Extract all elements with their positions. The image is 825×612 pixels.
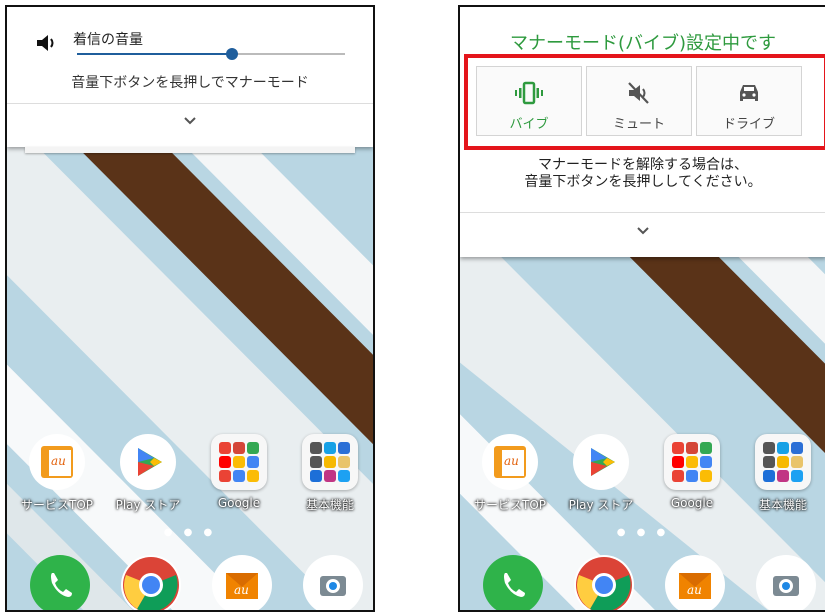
vibrate-icon — [477, 81, 581, 107]
car-icon — [697, 81, 801, 107]
volume-panel: 着信の音量 音量下ボタンを長押しでマナーモード — [7, 7, 373, 153]
phone-icon[interactable] — [30, 555, 90, 610]
app-play-store[interactable]: Play ストア — [561, 434, 641, 513]
basic-functions-folder-icon — [302, 434, 358, 490]
phone-screen-right: マナーモード(バイブ)設定中です バイブ ミュート ドライブ マナーモードを解除… — [458, 5, 825, 612]
mode-vibrate-button[interactable]: バイブ — [476, 66, 582, 136]
app-google-folder[interactable]: Google — [199, 434, 279, 510]
release-line-2: 音量下ボタンを長押ししてください。 — [524, 174, 762, 190]
app-google-folder[interactable]: Google — [652, 434, 732, 510]
app-label: サービスTOP — [20, 498, 93, 512]
chevron-down-icon[interactable] — [7, 115, 373, 130]
au-logo-text: au — [51, 454, 66, 468]
phone-icon[interactable] — [483, 555, 543, 610]
app-service-top[interactable]: au サービスTOP — [470, 434, 550, 513]
au-mail-icon[interactable]: au — [665, 555, 725, 610]
chrome-icon[interactable] — [121, 555, 181, 610]
camera-icon[interactable] — [756, 555, 816, 610]
ringtone-volume-label: 着信の音量 — [73, 32, 143, 48]
au-logo-text: au — [687, 583, 702, 597]
chevron-down-icon[interactable] — [460, 225, 825, 240]
au-logo-text: au — [234, 583, 249, 597]
camera-icon[interactable] — [303, 555, 363, 610]
mode-label: ミュート — [612, 117, 665, 132]
au-logo-text: au — [504, 454, 519, 468]
au-service-icon: au — [29, 434, 85, 490]
divider — [460, 212, 825, 213]
page-indicator: ● ● ● — [163, 527, 217, 538]
app-label: サービスTOP — [473, 498, 546, 512]
google-folder-icon — [664, 434, 720, 490]
panel-shadow-strip — [25, 147, 355, 153]
play-store-icon — [573, 434, 629, 490]
volume-slider-fill — [77, 53, 233, 55]
au-service-icon: au — [482, 434, 538, 490]
play-store-icon — [120, 434, 176, 490]
app-label: Play ストア — [115, 498, 181, 512]
mute-icon — [587, 81, 691, 107]
app-basic-functions-folder[interactable]: 基本機能 — [290, 434, 370, 513]
page-indicator: ● ● ● — [616, 527, 670, 538]
basic-functions-folder-icon — [755, 434, 811, 490]
app-basic-functions-folder[interactable]: 基本機能 — [743, 434, 823, 513]
app-label: 基本機能 — [758, 498, 807, 512]
release-instruction: マナーモードを解除する場合は、 音量下ボタンを長押ししてください。 — [460, 157, 825, 191]
release-line-1: マナーモードを解除する場合は、 — [538, 157, 748, 173]
chrome-icon[interactable] — [574, 555, 634, 610]
phone-screen-left: 着信の音量 音量下ボタンを長押しでマナーモード au サービスTOP Play … — [5, 5, 375, 612]
volume-slider-thumb[interactable] — [226, 48, 239, 60]
app-label: Google — [217, 496, 261, 510]
app-play-store[interactable]: Play ストア — [108, 434, 188, 513]
au-mail-icon[interactable]: au — [212, 555, 272, 610]
mode-mute-button[interactable]: ミュート — [586, 66, 692, 136]
app-label: Play ストア — [568, 498, 634, 512]
app-label: Google — [670, 496, 714, 510]
manner-status-text: マナーモード(バイブ)設定中です — [509, 33, 777, 54]
mode-label: バイブ — [509, 117, 549, 132]
divider — [7, 103, 373, 104]
app-service-top[interactable]: au サービスTOP — [17, 434, 97, 513]
volume-slider[interactable] — [77, 48, 345, 60]
app-label: 基本機能 — [305, 498, 354, 512]
mode-drive-button[interactable]: ドライブ — [696, 66, 802, 136]
mode-label: ドライブ — [722, 117, 775, 132]
manner-hint-text: 音量下ボタンを長押しでマナーモード — [71, 75, 309, 91]
speaker-icon[interactable] — [35, 33, 57, 57]
manner-mode-panel: マナーモード(バイブ)設定中です バイブ ミュート ドライブ マナーモードを解除… — [460, 7, 825, 257]
google-folder-icon — [211, 434, 267, 490]
